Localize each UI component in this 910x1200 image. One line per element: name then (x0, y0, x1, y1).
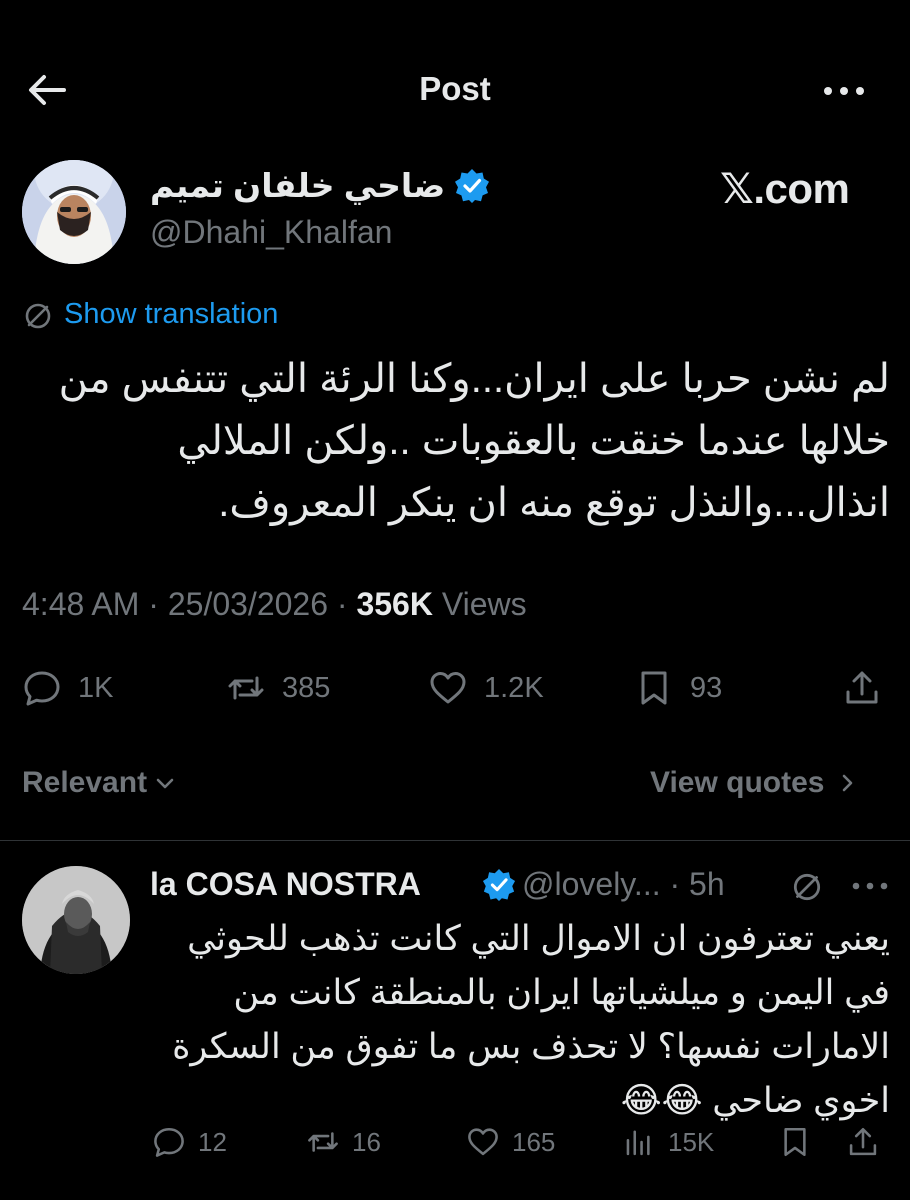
chevron-right-icon (842, 774, 852, 792)
verified-badge-icon (482, 868, 516, 902)
heart-icon (468, 1128, 498, 1156)
share-button[interactable] (842, 668, 882, 708)
reply-reply-count: 12 (198, 1126, 227, 1157)
reply-like-button[interactable]: 165 (466, 1124, 555, 1160)
reply-time: 5h (689, 866, 725, 902)
view-quotes-link[interactable]: View quotes (650, 766, 859, 800)
reply-like-count: 165 (512, 1126, 556, 1157)
page-title: Post (419, 70, 491, 107)
views-label: Views (441, 586, 527, 622)
reply-repost-count: 16 (352, 1126, 381, 1157)
reply-handle-and-time[interactable]: @lovely... · 5h (522, 866, 725, 903)
bookmark-count: 93 (690, 671, 723, 704)
reply-more-icon[interactable] (848, 874, 892, 898)
reply-avatar[interactable] (22, 866, 130, 974)
view-quotes-label: View quotes (650, 766, 825, 799)
author-name[interactable]: ضاحي خلفان تميم (150, 166, 445, 205)
translate-globe-icon[interactable] (790, 870, 824, 904)
sort-label: Relevant (22, 766, 148, 799)
reply-views-count: 15K (668, 1126, 715, 1157)
share-icon (846, 671, 878, 704)
divider (0, 840, 910, 841)
author-handle[interactable]: @Dhahi_Khalfan (150, 214, 392, 251)
repost-icon (228, 676, 264, 700)
like-button[interactable]: 1.2K (428, 668, 544, 708)
sort-relevant-dropdown[interactable]: Relevant (22, 766, 177, 800)
like-count: 1.2K (484, 671, 544, 704)
reply-icon (154, 1127, 184, 1157)
post-meta: 4:48 AM · 25/03/2026 · 356K Views (22, 586, 527, 622)
share-icon (849, 1127, 877, 1156)
reply-count: 1K (78, 671, 114, 704)
reply-views-button[interactable]: 15K (622, 1124, 714, 1160)
post-date: 25/03/2026 (167, 586, 328, 622)
more-icon[interactable] (818, 76, 870, 106)
analytics-icon (626, 1130, 650, 1156)
reply-button[interactable]: 1K (22, 668, 113, 708)
repost-button[interactable]: 385 (226, 668, 330, 708)
views-count: 356K (356, 586, 433, 622)
post-text: لم نشن حربا على ايران...وكنا الرئة التي … (58, 357, 890, 525)
bookmark-button[interactable]: 93 (634, 668, 722, 708)
reply-text: يعني تعترفون ان الاموال التي كانت تذهب ل… (172, 919, 890, 1120)
reply-handle: @lovely... (522, 866, 661, 902)
verified-badge-icon (454, 168, 490, 204)
x-watermark: 𝕏.com (720, 165, 850, 212)
reply-reply-button[interactable]: 12 (152, 1124, 227, 1160)
bookmark-icon (641, 671, 667, 705)
reply-icon (24, 671, 60, 706)
reply-repost-button[interactable]: 16 (306, 1124, 381, 1160)
reply-author-name[interactable]: la COSA NOSTRA (150, 866, 421, 903)
bookmark-icon (784, 1127, 806, 1157)
author-avatar[interactable] (22, 160, 126, 264)
translate-globe-icon (22, 300, 54, 332)
repost-count: 385 (282, 671, 331, 704)
show-translation-link[interactable]: Show translation (64, 298, 278, 331)
heart-icon (430, 672, 466, 704)
reply-bookmark-button[interactable] (778, 1124, 812, 1160)
reply-share-button[interactable] (846, 1124, 880, 1160)
post-time: 4:48 AM (22, 586, 140, 622)
repost-icon (308, 1132, 338, 1152)
chevron-down-icon (156, 778, 174, 789)
